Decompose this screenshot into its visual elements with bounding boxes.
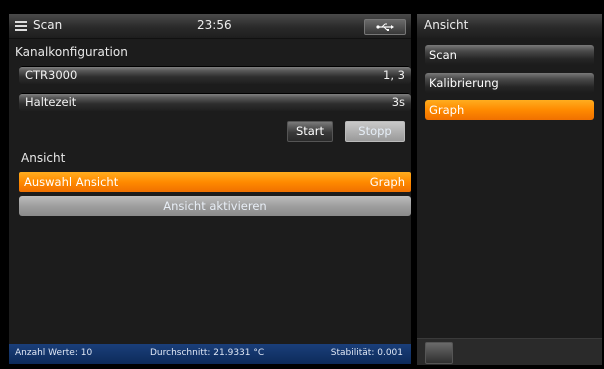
hold-time-label: Haltezeit: [25, 95, 77, 109]
sidebar-item-graph[interactable]: Graph: [425, 100, 594, 120]
stopp-button[interactable]: Stopp: [345, 121, 405, 142]
channel-config-label: Kanalkonfiguration: [15, 45, 128, 59]
top-bar: Scan 23:56: [9, 14, 411, 39]
side-panel-title: Ansicht: [424, 18, 469, 32]
usb-icon: [376, 23, 394, 31]
sidebar-item-scan[interactable]: Scan: [425, 45, 594, 65]
value-count: Anzahl Werte: 10: [15, 348, 93, 358]
page-title: Scan: [33, 18, 63, 32]
screen: Scan 23:56 Kanalkonfiguration CTR3000 1,…: [0, 0, 604, 369]
sidebar-item-label: Kalibrierung: [429, 76, 499, 90]
side-panel: Ansicht Scan Kalibrierung Graph: [417, 14, 602, 365]
sidebar-item-label: Scan: [429, 48, 457, 62]
average-value: Durchschnitt: 21.9331 °C: [150, 348, 265, 358]
status-bar: Anzahl Werte: 10 Durchschnitt: 21.9331 °…: [9, 344, 411, 364]
sidebar-item-label: Graph: [429, 103, 465, 117]
channel-config-field[interactable]: CTR3000 1, 3: [19, 66, 411, 84]
side-panel-footer: [417, 338, 602, 365]
hamburger-menu-icon[interactable]: [15, 21, 27, 31]
hold-time-field[interactable]: Haltezeit 3s: [19, 93, 411, 111]
start-button[interactable]: Start: [287, 121, 333, 142]
footer-toggle-button[interactable]: [425, 342, 453, 364]
side-panel-header: Ansicht: [417, 14, 602, 38]
activate-view-button[interactable]: Ansicht aktivieren: [19, 196, 411, 216]
sidebar-item-kalibrierung[interactable]: Kalibrierung: [425, 73, 594, 93]
view-section-label: Ansicht: [21, 151, 66, 165]
channel-numbers: 1, 3: [383, 68, 405, 82]
view-select[interactable]: Auswahl Ansicht Graph: [19, 172, 411, 192]
usb-button[interactable]: [364, 19, 406, 35]
view-select-value: Graph: [369, 175, 405, 189]
device-name: CTR3000: [25, 68, 78, 82]
hold-time-value: 3s: [391, 95, 405, 109]
clock: 23:56: [197, 18, 232, 32]
stability-value: Stabilität: 0.001: [330, 348, 403, 358]
main-panel: Scan 23:56 Kanalkonfiguration CTR3000 1,…: [9, 14, 411, 364]
view-select-label: Auswahl Ansicht: [24, 175, 119, 189]
